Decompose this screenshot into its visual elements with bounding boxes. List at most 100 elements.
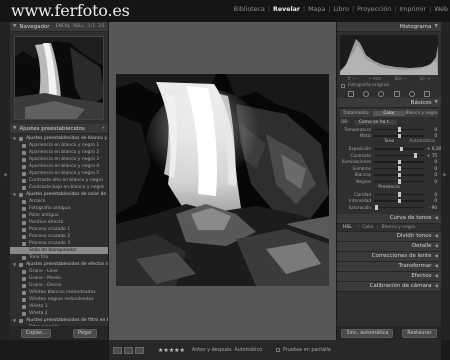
detail-header[interactable]: Detalle ◀ [337, 241, 441, 252]
module-tab[interactable]: Biblioteca [234, 6, 265, 13]
tab-color[interactable]: Color [372, 110, 406, 116]
preset-folder[interactable]: ▼ Ajustes preestablecidos de blanco y neg… [10, 135, 108, 142]
proof-checkbox[interactable] [276, 348, 281, 352]
graduated-filter-tool-icon[interactable] [393, 90, 400, 97]
slider-track[interactable] [374, 179, 424, 184]
sync-button[interactable]: Sinc. automática [341, 328, 394, 338]
zoom-1-1[interactable]: 1:1 [88, 24, 95, 29]
color-tab[interactable]: Color [362, 225, 374, 230]
zoom-fill[interactable]: RELL. [73, 24, 85, 29]
bw-tab[interactable]: Blanco y negro [382, 225, 416, 230]
preset-item[interactable]: Contraste bajo en blanco y negro [10, 184, 108, 191]
main-photo[interactable] [116, 74, 329, 286]
preset-item[interactable]: Apariencia en blanco y negro 2 [10, 149, 108, 156]
lens-corrections-header[interactable]: Correcciones de lente ◀ [337, 251, 441, 262]
slider-value[interactable]: 0 [427, 192, 437, 197]
navigator-header[interactable]: ▼ Navegador ENCAJ. RELL. 1:1 3:1 [10, 22, 108, 32]
histogram-chart[interactable] [340, 35, 438, 75]
preset-item[interactable]: Sello de blanqueador [10, 247, 108, 254]
module-tab[interactable]: Proyección [357, 6, 391, 13]
slider-track[interactable] [374, 205, 424, 210]
spot-removal-tool-icon[interactable] [362, 90, 369, 97]
preset-item[interactable]: Tono frío [10, 254, 108, 261]
crop-tool-icon[interactable] [347, 90, 354, 97]
slider-knob[interactable] [397, 172, 401, 177]
module-tab[interactable]: Web [434, 6, 448, 13]
hsl-tab[interactable]: HSL [343, 225, 352, 230]
preset-folder[interactable]: ▼ Ajustes preestablecidos de filtro en bl… [10, 317, 108, 324]
preset-item[interactable]: Polar antiguo [10, 212, 108, 219]
zoom-fit[interactable]: ENCAJ. [56, 24, 71, 29]
slider-value[interactable]: + 75 [427, 153, 437, 158]
effects-header[interactable]: Efectos ◀ [337, 271, 441, 282]
preset-item[interactable]: Viñeta 2 [10, 310, 108, 317]
transform-header[interactable]: Transformar ◀ [337, 261, 441, 272]
slider-value[interactable]: - 90 [427, 205, 437, 210]
preset-item[interactable]: Proceso cruzado 3 [10, 240, 108, 247]
slider-knob[interactable] [397, 192, 401, 197]
slider-value[interactable]: + 0,30 [427, 146, 441, 151]
white-balance-select[interactable]: Como se ha t... [354, 119, 397, 125]
compare-view-button[interactable] [124, 346, 133, 354]
slider-knob[interactable] [397, 179, 401, 184]
presets-header[interactable]: ▼ Ajustes preestablecidos + [10, 124, 108, 134]
auto-tone-button[interactable]: Automático [409, 139, 435, 144]
slider-track[interactable] [374, 192, 424, 197]
preset-item[interactable]: Viñeteo blancos redondeados [10, 289, 108, 296]
reset-button[interactable]: Restaurar [402, 328, 437, 338]
slider-knob[interactable] [413, 153, 417, 158]
slider-knob[interactable] [397, 198, 401, 203]
basic-header[interactable]: Básicos ▼ [337, 98, 441, 108]
preset-item[interactable]: Proceso cruzado 1 [10, 226, 108, 233]
slider-value[interactable]: 0 [427, 127, 437, 132]
add-preset-icon[interactable]: + [101, 126, 105, 131]
slider-value[interactable]: 0 [427, 172, 437, 177]
original-photo-toggle[interactable]: Fotografía original [337, 82, 441, 89]
slider-knob[interactable] [397, 133, 401, 138]
slider-track[interactable] [374, 146, 424, 151]
navigator-preview[interactable] [14, 36, 104, 120]
slider-track[interactable] [374, 198, 424, 203]
preset-item[interactable]: Apariencia en blanco y negro 4 [10, 163, 108, 170]
preset-item[interactable]: Proceso cruzado 2 [10, 233, 108, 240]
slider-track[interactable] [374, 172, 424, 177]
module-tab[interactable]: Mapa [308, 6, 325, 13]
right-panel-collapse-strip[interactable]: ▶ [441, 22, 450, 340]
preset-item[interactable]: Arcaico [10, 198, 108, 205]
hsl-header[interactable]: HSL / Color / Blanco y negro [337, 224, 441, 232]
slider-value[interactable]: 0 [427, 133, 437, 138]
preset-item[interactable]: Apariencia en blanco y negro 5 [10, 170, 108, 177]
rating-stars[interactable]: ★★★★★ [158, 347, 185, 354]
preset-item[interactable]: Positivo directo [10, 219, 108, 226]
preset-item[interactable]: Apariencia en blanco y negro 1 [10, 142, 108, 149]
preset-item[interactable]: Fotografía antigua [10, 205, 108, 212]
preset-folder[interactable]: ▼ Ajustes preestablecidos de efectos de L… [10, 261, 108, 268]
preset-item[interactable]: Viñeta 1 [10, 303, 108, 310]
preview-select[interactable]: Automático [234, 348, 262, 353]
slider-track[interactable] [374, 133, 424, 138]
slider-knob[interactable] [397, 166, 401, 171]
left-panel-collapse-strip[interactable]: ◀ [0, 22, 10, 340]
adjustment-brush-tool-icon[interactable] [424, 90, 431, 97]
slider-value[interactable]: 0 [427, 198, 437, 203]
module-tab[interactable]: Libro [333, 6, 349, 13]
preset-item[interactable]: Grano - Leve [10, 268, 108, 275]
slider-value[interactable]: 0 [427, 179, 437, 184]
slider-value[interactable]: 0 [427, 159, 437, 164]
slider-knob[interactable] [400, 146, 403, 151]
camera-calibration-header[interactable]: Calibración de cámara ◀ [337, 281, 441, 292]
slider-knob[interactable] [397, 159, 401, 164]
preset-item[interactable]: Apariencia en blanco y negro 3 [10, 156, 108, 163]
paste-button[interactable]: Pegar [72, 328, 98, 338]
preset-item[interactable]: Grano - Denso [10, 282, 108, 289]
preset-item[interactable]: Viñeteo negros redondeados [10, 296, 108, 303]
slider-knob[interactable] [397, 127, 401, 132]
tone-curve-header[interactable]: Curva de tonos ◀ [337, 213, 441, 224]
preset-item[interactable]: Grano - Medio [10, 275, 108, 282]
slider-value[interactable]: 0 [427, 166, 437, 171]
red-eye-tool-icon[interactable] [378, 90, 385, 97]
histogram-header[interactable]: Histograma ▼ [337, 22, 441, 32]
tab-black-white[interactable]: Blanco y negro [405, 111, 438, 116]
slider-knob[interactable] [375, 205, 378, 210]
zoom-3-1[interactable]: 3:1 [98, 24, 105, 29]
